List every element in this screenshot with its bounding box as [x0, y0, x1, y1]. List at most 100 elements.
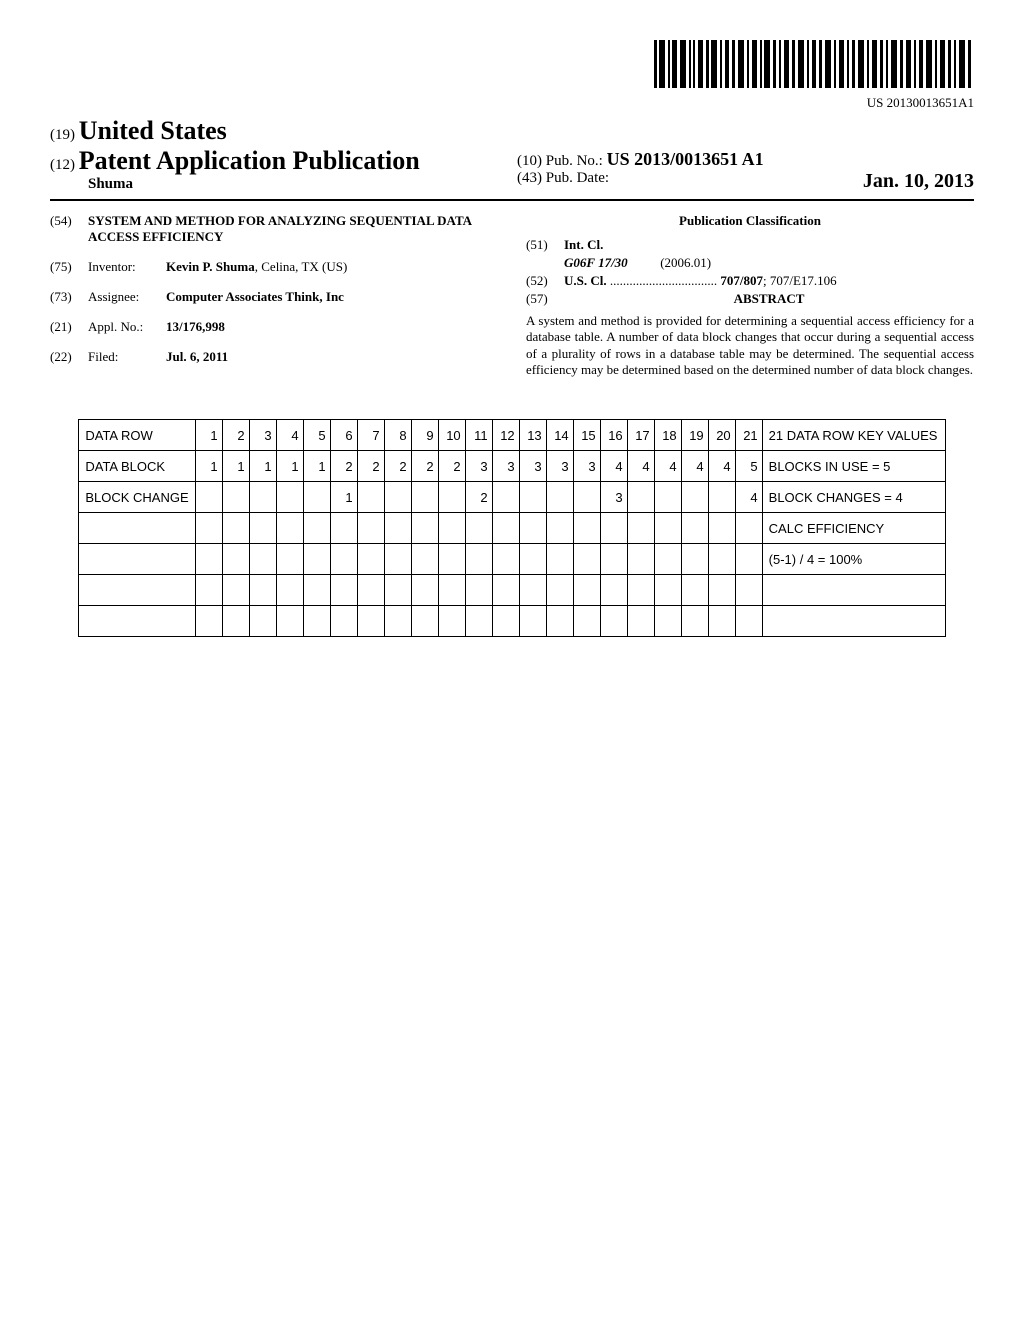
cell: 2: [438, 451, 465, 482]
cell: [627, 482, 654, 513]
cell: [465, 513, 492, 544]
cell: 1: [276, 451, 303, 482]
body-columns: (54) SYSTEM AND METHOD FOR ANALYZING SEQ…: [50, 213, 974, 379]
cell: [357, 513, 384, 544]
uscl-value: 707/807: [720, 273, 763, 288]
row-label: DATA ROW: [79, 420, 195, 451]
code-43: (43): [517, 170, 542, 186]
cell: [303, 575, 330, 606]
applno-value: 13/176,998: [166, 319, 498, 335]
cell: [492, 575, 519, 606]
cell: [573, 513, 600, 544]
cell: [519, 606, 546, 637]
row-label: [79, 544, 195, 575]
cell: [600, 575, 627, 606]
cell: [573, 606, 600, 637]
cell: [330, 575, 357, 606]
row-note: [762, 575, 945, 606]
cell: [573, 575, 600, 606]
cell: 1: [222, 451, 249, 482]
pubno-label: Pub. No.:: [546, 153, 603, 169]
intcl-detail: G06F 17/30 (2006.01): [564, 255, 974, 271]
code-52: (52): [526, 273, 564, 289]
cell: [627, 513, 654, 544]
filed-value: Jul. 6, 2011: [166, 349, 498, 365]
cell: 15: [573, 420, 600, 451]
intcl-class: G06F 17/30: [564, 255, 628, 270]
cell: 11: [465, 420, 492, 451]
cell: [654, 544, 681, 575]
cell: [195, 606, 222, 637]
intcl-spacer: [526, 255, 564, 271]
cell: 3: [249, 420, 276, 451]
cell: [195, 575, 222, 606]
code-54: (54): [50, 213, 88, 245]
table-row: DATA BLOCK111112222233333444445BLOCKS IN…: [79, 451, 945, 482]
cell: [519, 544, 546, 575]
cell: [411, 606, 438, 637]
barcode-number: US 20130013651A1: [654, 95, 974, 111]
assignee-row: (73) Assignee: Computer Associates Think…: [50, 289, 498, 305]
cell: [249, 606, 276, 637]
cell: 8: [384, 420, 411, 451]
cell: 7: [357, 420, 384, 451]
cell: [735, 513, 762, 544]
cell: 10: [438, 420, 465, 451]
code-21: (21): [50, 319, 88, 335]
cell: [735, 575, 762, 606]
cell: [438, 544, 465, 575]
cell: [627, 575, 654, 606]
cell: 5: [303, 420, 330, 451]
inventor-name: Kevin P. Shuma: [166, 259, 255, 274]
cell: 18: [654, 420, 681, 451]
cell: [708, 575, 735, 606]
row-label: [79, 606, 195, 637]
cell: [573, 544, 600, 575]
cell: [438, 513, 465, 544]
row-note: BLOCKS IN USE = 5: [762, 451, 945, 482]
pubno-line: (10) Pub. No.: US 2013/0013651 A1: [517, 149, 974, 170]
cell: 4: [276, 420, 303, 451]
cell: 3: [573, 451, 600, 482]
cell: 19: [681, 420, 708, 451]
cell: [546, 513, 573, 544]
cell: [438, 482, 465, 513]
filed-label: Filed:: [88, 349, 166, 365]
figure-table-wrap: DATA ROW12345678910111213141516171819202…: [50, 419, 974, 637]
cell: 2: [222, 420, 249, 451]
cell: [222, 544, 249, 575]
code-10: (10): [517, 153, 542, 169]
pub-class-header: Publication Classification: [526, 213, 974, 229]
uscl-row: (52) U.S. Cl. ..........................…: [526, 273, 974, 289]
row-note: [762, 606, 945, 637]
applno-label: Appl. No.:: [88, 319, 166, 335]
cell: [411, 513, 438, 544]
cell: [681, 575, 708, 606]
header-left: (19) United States (12) Patent Applicati…: [50, 116, 507, 193]
country: United States: [79, 116, 227, 145]
cell: [681, 544, 708, 575]
cell: 12: [492, 420, 519, 451]
cell: [681, 513, 708, 544]
cell: 2: [384, 451, 411, 482]
cell: [654, 606, 681, 637]
pubdate-label: Pub. Date:: [546, 170, 609, 186]
cell: 6: [330, 420, 357, 451]
cell: 13: [519, 420, 546, 451]
cell: [492, 606, 519, 637]
inventor-row: (75) Inventor: Kevin P. Shuma, Celina, T…: [50, 259, 498, 275]
cell: [357, 606, 384, 637]
cell: [195, 513, 222, 544]
pubdate-value: Jan. 10, 2013: [863, 170, 974, 193]
cell: [654, 575, 681, 606]
cell: 4: [600, 451, 627, 482]
cell: [519, 513, 546, 544]
cell: 4: [708, 451, 735, 482]
title: SYSTEM AND METHOD FOR ANALYZING SEQUENTI…: [88, 213, 498, 245]
cell: [627, 606, 654, 637]
cell: [600, 513, 627, 544]
row-note: CALC EFFICIENCY: [762, 513, 945, 544]
cell: [546, 482, 573, 513]
cell: 3: [600, 482, 627, 513]
cell: [330, 606, 357, 637]
